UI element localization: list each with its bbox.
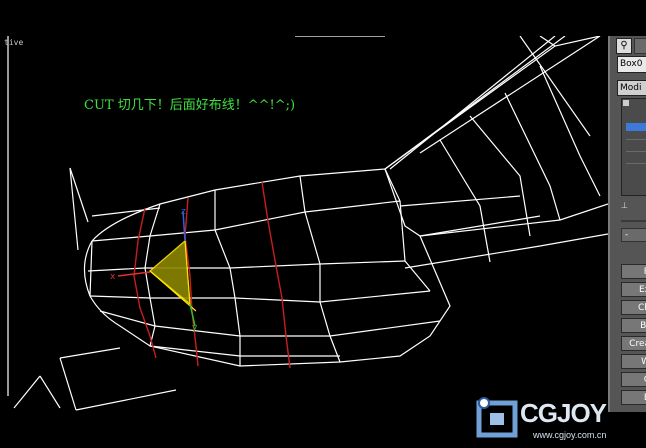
pin-icon[interactable]: ⊥ <box>621 202 635 210</box>
watermark-url: www.cgjoy.com.cn <box>533 430 607 440</box>
cut-edge <box>261 181 291 369</box>
expand-icon[interactable] <box>623 100 629 106</box>
panel-button[interactable]: C <box>621 372 646 387</box>
panel-button[interactable]: R <box>621 264 646 279</box>
modifier-list-dropdown[interactable]: Modi <box>617 80 646 96</box>
stack-item[interactable] <box>626 163 646 164</box>
panel-button[interactable]: W <box>621 354 646 369</box>
arm-edge <box>389 36 556 170</box>
arm-edge <box>419 36 601 154</box>
grid-line <box>59 347 121 359</box>
panel-button[interactable]: B <box>621 390 646 405</box>
rollout-header[interactable]: - <box>621 228 646 242</box>
modifier-stack[interactable] <box>621 98 646 196</box>
panel-button[interactable]: Br <box>621 318 646 333</box>
panel-button[interactable]: Crea <box>621 336 646 351</box>
grid-line <box>75 389 177 411</box>
watermark-logo-icon <box>476 397 518 438</box>
grid-line <box>39 375 61 409</box>
axis-gizmo-icon: x z y <box>110 207 198 333</box>
svg-text:y: y <box>192 323 198 333</box>
command-panel: ⚲ Box0 Modi ⊥ - R Ex Ch Br Crea W C B <box>608 36 646 412</box>
grid-line <box>91 207 161 217</box>
svg-text:z: z <box>181 207 186 217</box>
top-bar <box>0 0 646 36</box>
perspective-viewport[interactable]: x z y tive CUT 切几下！后面好布线！^^!^;) <box>0 36 608 412</box>
watermark-logo-text: CGJOY <box>520 398 607 428</box>
grid-line <box>13 375 41 409</box>
stack-item-selected[interactable] <box>626 123 646 131</box>
svg-text:x: x <box>110 272 116 282</box>
panel-button[interactable]: Ch <box>621 300 646 315</box>
divider <box>621 220 646 222</box>
panel-tab-icon[interactable] <box>634 38 646 54</box>
mesh-wireframe: x z y <box>7 36 608 411</box>
object-name-field[interactable]: Box0 <box>617 56 646 73</box>
stack-item[interactable] <box>626 139 646 140</box>
zoom-icon[interactable]: ⚲ <box>616 38 632 54</box>
annotation-text: CUT 切几下！后面好布线！^^!^;) <box>84 98 296 113</box>
panel-button[interactable]: Ex <box>621 282 646 297</box>
stack-item[interactable] <box>626 151 646 152</box>
grid-line <box>59 357 77 411</box>
viewport-label[interactable]: tive <box>4 38 23 47</box>
